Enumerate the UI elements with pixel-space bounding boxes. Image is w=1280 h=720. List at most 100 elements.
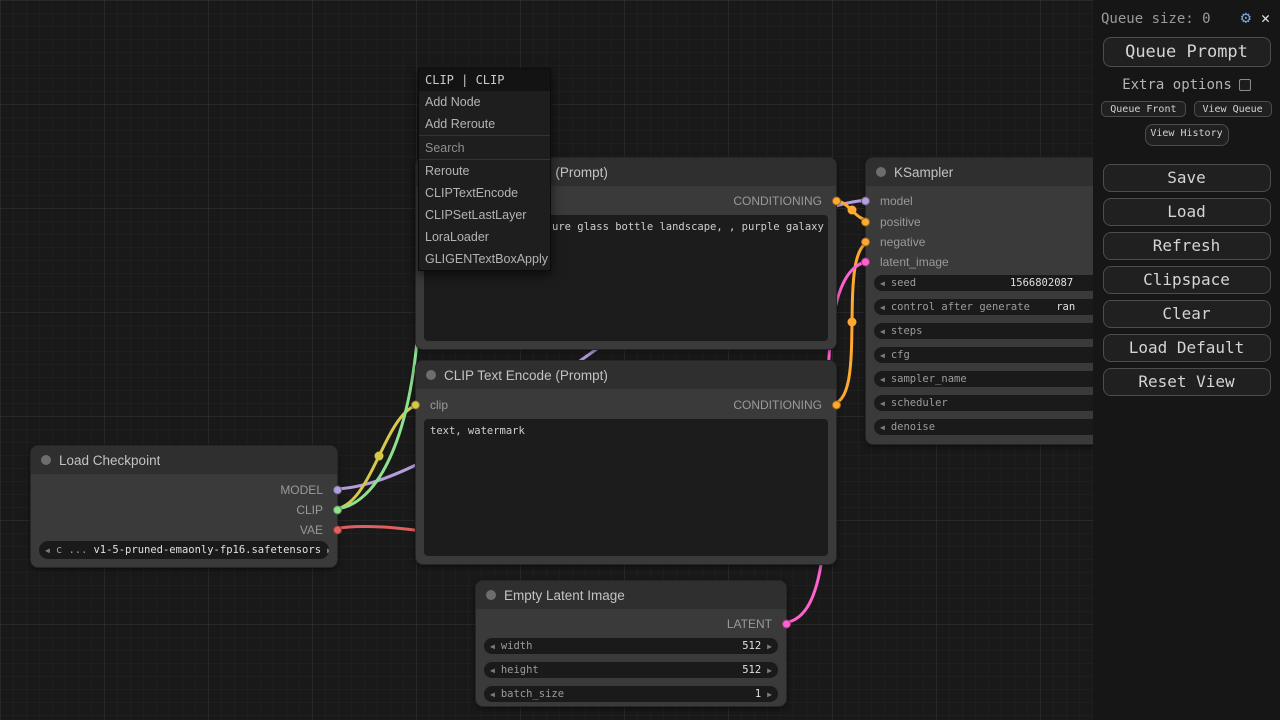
- widget-name: steps: [891, 325, 923, 337]
- ckpt-name-widget[interactable]: ◀ c ... v1-5-pruned-emaonly-fp16.safeten…: [39, 541, 329, 559]
- output-label: CONDITIONING: [733, 398, 822, 412]
- cfg-widget[interactable]: ◀ cfg ▶: [874, 347, 1126, 363]
- widget-value: 512: [742, 640, 761, 652]
- positive-input-slot[interactable]: [861, 218, 870, 227]
- denoise-widget[interactable]: ◀ denoise ▶: [874, 419, 1126, 435]
- menu-item-add-reroute[interactable]: Add Reroute: [419, 113, 550, 135]
- negative-input-slot[interactable]: [861, 238, 870, 247]
- widget-name: scheduler: [891, 397, 948, 409]
- output-row-vae: VAE: [31, 521, 337, 539]
- next-arrow-icon[interactable]: ▶: [761, 642, 778, 651]
- scheduler-widget[interactable]: ◀ scheduler ▶: [874, 395, 1126, 411]
- next-arrow-icon[interactable]: ▶: [761, 690, 778, 699]
- output-row-model: MODEL: [31, 481, 337, 499]
- latent-image-input-slot[interactable]: [861, 258, 870, 267]
- prev-arrow-icon[interactable]: ◀: [874, 279, 891, 288]
- clip-input-slot[interactable]: [411, 401, 420, 410]
- collapse-dot-icon[interactable]: [41, 455, 51, 465]
- prompt-text-widget[interactable]: text, watermark: [424, 419, 828, 556]
- node-load-checkpoint[interactable]: Load Checkpoint MODEL CLIP VAE ◀ c ... v…: [30, 445, 338, 568]
- seed-widget[interactable]: ◀ seed 1566802087 ▶: [874, 275, 1126, 291]
- menu-item-clipsetlastlayer[interactable]: CLIPSetLastLayer: [419, 204, 550, 226]
- queue-front-button[interactable]: Queue Front: [1101, 101, 1185, 117]
- clear-button[interactable]: Clear: [1103, 300, 1271, 328]
- prev-arrow-icon[interactable]: ◀: [874, 351, 891, 360]
- menu-item-gligentextboxapply[interactable]: GLIGENTextBoxApply: [419, 248, 550, 270]
- conditioning-output-slot[interactable]: [832, 197, 841, 206]
- widget-name: seed: [891, 277, 916, 289]
- steps-widget[interactable]: ◀ steps ▶: [874, 323, 1126, 339]
- input-label: model: [880, 194, 913, 208]
- menu-item-reroute[interactable]: Reroute: [419, 160, 550, 182]
- close-icon[interactable]: ✕: [1261, 11, 1270, 26]
- width-widget[interactable]: ◀ width 512 ▶: [484, 638, 778, 654]
- view-queue-button[interactable]: View Queue: [1194, 101, 1272, 117]
- view-history-button[interactable]: View History: [1145, 124, 1229, 146]
- extra-options-label: Extra options: [1122, 77, 1232, 93]
- output-label: LATENT: [727, 617, 772, 631]
- output-row-latent: LATENT: [476, 614, 786, 634]
- comfy-menu-panel: Queue size: 0 ⚙ ✕ Queue Prompt Extra opt…: [1093, 0, 1280, 720]
- prev-arrow-icon[interactable]: ◀: [874, 303, 891, 312]
- input-label: positive: [880, 215, 921, 229]
- input-label: latent_image: [880, 255, 949, 269]
- node-clip-text-encode-2[interactable]: CLIP Text Encode (Prompt) clip CONDITION…: [415, 360, 837, 565]
- reset-view-button[interactable]: Reset View: [1103, 368, 1271, 396]
- node-title-bar[interactable]: CLIP Text Encode (Prompt): [416, 361, 836, 389]
- prev-arrow-icon[interactable]: ◀: [484, 642, 501, 651]
- output-label: CONDITIONING: [733, 194, 822, 208]
- prev-arrow-icon[interactable]: ◀: [484, 666, 501, 675]
- prev-arrow-icon[interactable]: ◀: [874, 327, 891, 336]
- load-button[interactable]: Load: [1103, 198, 1271, 226]
- load-default-button[interactable]: Load Default: [1103, 334, 1271, 362]
- wire-clip-to-clip-input[interactable]: [333, 404, 423, 509]
- node-empty-latent-image[interactable]: Empty Latent Image LATENT ◀ width 512 ▶ …: [475, 580, 787, 707]
- wire-clip-drag[interactable]: [333, 272, 420, 509]
- widget-name: cfg: [891, 349, 910, 361]
- clipspace-button[interactable]: Clipspace: [1103, 266, 1271, 294]
- settings-gear-icon[interactable]: ⚙: [1241, 10, 1251, 27]
- extra-options-checkbox[interactable]: [1239, 79, 1251, 91]
- save-button[interactable]: Save: [1103, 164, 1271, 192]
- model-output-slot[interactable]: [333, 486, 342, 495]
- prev-arrow-icon[interactable]: ◀: [484, 690, 501, 699]
- menu-item-loraloader[interactable]: LoraLoader: [419, 226, 550, 248]
- widget-value: 512: [742, 664, 761, 676]
- prev-arrow-icon[interactable]: ◀: [874, 375, 891, 384]
- collapse-dot-icon[interactable]: [486, 590, 496, 600]
- input-label: clip: [430, 398, 448, 412]
- prev-arrow-icon[interactable]: ◀: [39, 546, 56, 555]
- refresh-button[interactable]: Refresh: [1103, 232, 1271, 260]
- prev-arrow-icon[interactable]: ◀: [874, 423, 891, 432]
- batch-size-widget[interactable]: ◀ batch_size 1 ▶: [484, 686, 778, 702]
- sampler-name-widget[interactable]: ◀ sampler_name ▶: [874, 371, 1126, 387]
- collapse-dot-icon[interactable]: [876, 167, 886, 177]
- menu-item-cliptextencode[interactable]: CLIPTextEncode: [419, 182, 550, 204]
- context-menu: CLIP | CLIP Add Node Add Reroute Search …: [418, 68, 551, 271]
- queue-prompt-button[interactable]: Queue Prompt: [1103, 37, 1271, 67]
- next-arrow-icon[interactable]: ▶: [321, 546, 329, 555]
- clip-output-slot[interactable]: [333, 506, 342, 515]
- node-title: CLIP Text Encode (Prompt): [444, 368, 608, 383]
- height-widget[interactable]: ◀ height 512 ▶: [484, 662, 778, 678]
- vae-output-slot[interactable]: [333, 526, 342, 535]
- conditioning-output-slot[interactable]: [832, 401, 841, 410]
- model-input-slot[interactable]: [861, 197, 870, 206]
- input-label: negative: [880, 235, 925, 249]
- output-label: VAE: [300, 523, 323, 537]
- collapse-dot-icon[interactable]: [426, 370, 436, 380]
- next-arrow-icon[interactable]: ▶: [761, 666, 778, 675]
- menu-item-add-node[interactable]: Add Node: [419, 91, 550, 113]
- widget-name: c ...: [56, 544, 88, 556]
- latent-output-slot[interactable]: [782, 620, 791, 629]
- node-title: KSampler: [894, 165, 953, 180]
- prev-arrow-icon[interactable]: ◀: [874, 399, 891, 408]
- node-title-bar[interactable]: Empty Latent Image: [476, 581, 786, 609]
- queue-size-label: Queue size: 0: [1101, 11, 1211, 27]
- node-title-bar[interactable]: Load Checkpoint: [31, 446, 337, 474]
- node-graph-canvas[interactable]: CLIP Text Encode (Prompt) CONDITIONING u…: [0, 0, 1280, 720]
- widget-name: width: [501, 640, 533, 652]
- widget-value: v1-5-pruned-emaonly-fp16.safetensors: [93, 544, 321, 556]
- control-after-generate-widget[interactable]: ◀ control after generate ran ▶: [874, 299, 1126, 315]
- menu-search-input[interactable]: Search: [419, 135, 550, 160]
